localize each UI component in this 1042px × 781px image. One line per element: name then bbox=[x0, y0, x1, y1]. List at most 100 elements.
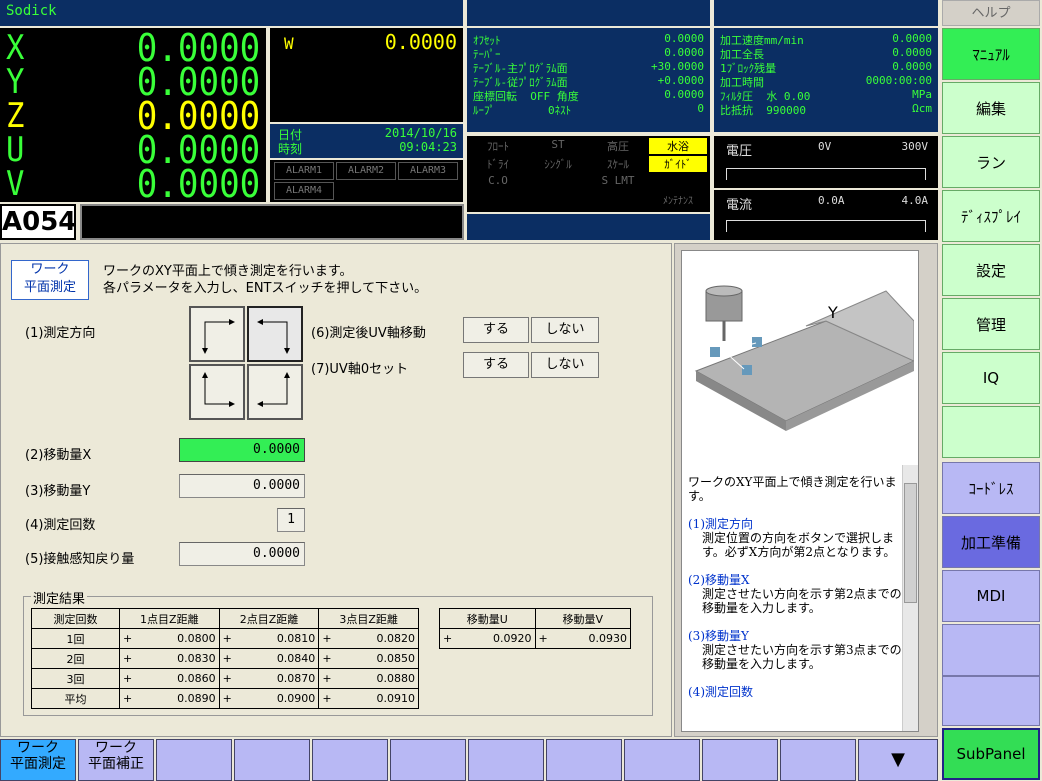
tab-blank-8[interactable] bbox=[702, 739, 778, 781]
page-down-button[interactable]: ▼ bbox=[858, 739, 938, 781]
w-axis-name: W bbox=[284, 34, 294, 53]
param-uv-zero-label: (7)UV軸0セット bbox=[311, 362, 409, 377]
axis-name: V bbox=[6, 164, 25, 204]
value-cell: 0.0800 bbox=[135, 628, 220, 649]
direction-button-br[interactable] bbox=[247, 364, 303, 420]
menu-edit[interactable]: 編集 bbox=[942, 82, 1040, 134]
table-header-row: 測定回数 1点目Z距離 2点目Z距離 3点目Z距離 bbox=[31, 608, 419, 629]
status-cell: S LMT bbox=[601, 174, 635, 187]
menu-blank-3[interactable] bbox=[942, 676, 1040, 726]
menu-iq[interactable]: IQ bbox=[942, 352, 1040, 404]
param-move-x-label: (2)移動量X bbox=[25, 448, 92, 463]
move-x-input[interactable]: 0.0000 bbox=[179, 438, 305, 462]
tab-blank-3[interactable] bbox=[312, 739, 388, 781]
illustration-axis-label: Y bbox=[828, 303, 838, 322]
header-cell: 測定回数 bbox=[31, 608, 120, 629]
return-amount-input[interactable]: 0.0000 bbox=[179, 542, 305, 566]
tab-blank-7[interactable] bbox=[624, 739, 700, 781]
program-name-field[interactable] bbox=[80, 204, 464, 240]
count-input[interactable]: 1 bbox=[277, 508, 305, 532]
machining-value: 0000:00:00 bbox=[865, 74, 932, 87]
menu-machining-prep[interactable]: 加工準備 bbox=[942, 516, 1040, 568]
tab-work-plane-measure[interactable]: ワーク 平面測定 bbox=[0, 739, 76, 781]
current-mid: 0.0A bbox=[818, 194, 845, 207]
help-section-title: (4)測定回数 bbox=[688, 685, 753, 699]
sign-cell: + bbox=[318, 648, 335, 669]
row-label: 2回 bbox=[31, 648, 120, 669]
help-panel: Y ワークのXY平面上で傾き測定を行います。 (1)測定方向 測定位置の方向をボ… bbox=[674, 243, 938, 737]
main-panel: ワーク 平面測定 ワークのXY平面上で傾き測定を行います。 各パラメータを入力し… bbox=[0, 243, 672, 737]
uv-move-yes-button[interactable]: する bbox=[463, 317, 529, 343]
offset-value: +30.0000 bbox=[651, 60, 704, 73]
date-value: 2014/10/16 bbox=[384, 126, 457, 140]
sign-cell: + bbox=[218, 628, 235, 649]
sign-cell: + bbox=[218, 668, 235, 689]
sign-cell: + bbox=[318, 688, 335, 709]
table-header-row: 移動量U 移動量V bbox=[439, 608, 631, 629]
param-count-label: (4)測定回数 bbox=[25, 518, 96, 533]
value-cell: 0.0930 bbox=[550, 628, 631, 649]
triangle-down-icon: ▼ bbox=[891, 749, 905, 770]
param-direction-label: (1)測定方向 bbox=[25, 326, 96, 341]
value-cell: 0.0890 bbox=[135, 688, 220, 709]
tab-work-plane-correct[interactable]: ワーク 平面補正 bbox=[78, 739, 154, 781]
sign-cell: + bbox=[534, 628, 551, 649]
tab-blank-6[interactable] bbox=[546, 739, 622, 781]
uv-zero-no-button[interactable]: しない bbox=[531, 352, 599, 378]
w-axis-value: 0.0000 bbox=[384, 30, 457, 54]
status-blank-bar bbox=[467, 214, 710, 240]
axis-value: 0.0000 bbox=[136, 162, 260, 206]
current-scale bbox=[726, 220, 926, 232]
tab-blank-4[interactable] bbox=[390, 739, 466, 781]
sign-cell: + bbox=[119, 668, 136, 689]
value-cell: 0.0830 bbox=[135, 648, 220, 669]
tab-blank-1[interactable] bbox=[156, 739, 232, 781]
menu-run[interactable]: ラン bbox=[942, 136, 1040, 188]
help-button[interactable]: ヘルプ bbox=[942, 0, 1040, 26]
menu-management[interactable]: 管理 bbox=[942, 298, 1040, 350]
menu-display[interactable]: ﾃﾞｨｽﾌﾟﾚｲ bbox=[942, 190, 1040, 242]
move-y-input[interactable]: 0.0000 bbox=[179, 474, 305, 498]
tab-blank-2[interactable] bbox=[234, 739, 310, 781]
menu-blank-2[interactable] bbox=[942, 624, 1040, 676]
table-row: 平均 +0.0890 +0.0900 +0.0910 bbox=[31, 688, 419, 709]
menu-blank[interactable] bbox=[942, 406, 1040, 458]
param-return-label: (5)接触感知戻り量 bbox=[25, 552, 135, 567]
voltage-mid: 0V bbox=[818, 140, 832, 153]
value-cell: 0.0840 bbox=[234, 648, 320, 669]
help-section-title: (2)移動量X bbox=[688, 573, 750, 587]
scrollbar-thumb[interactable] bbox=[904, 483, 917, 603]
sign-cell: + bbox=[119, 648, 136, 669]
value-cell: 0.0810 bbox=[234, 628, 320, 649]
machining-value: 0.0000 bbox=[892, 32, 932, 45]
status-cell: ﾒﾝﾃﾅﾝｽ bbox=[663, 196, 693, 207]
subpanel-button[interactable]: SubPanel bbox=[942, 728, 1040, 780]
sign-cell: + bbox=[119, 628, 136, 649]
sign-cell: + bbox=[119, 688, 136, 709]
mode-label-2: 平面測定 bbox=[23, 280, 76, 295]
top-bar-right bbox=[714, 0, 938, 26]
menu-mdi[interactable]: MDI bbox=[942, 570, 1040, 622]
datetime-panel: 日付 時刻 2014/10/16 09:04:23 bbox=[270, 124, 463, 158]
sign-cell: + bbox=[439, 628, 456, 649]
menu-manual[interactable]: ﾏﾆｭｱﾙ bbox=[942, 28, 1040, 80]
tab-blank-5[interactable] bbox=[468, 739, 544, 781]
help-scrollbar[interactable] bbox=[902, 465, 918, 731]
direction-button-tr[interactable] bbox=[247, 306, 303, 362]
sign-cell: + bbox=[218, 688, 235, 709]
menu-codeless[interactable]: ｺｰﾄﾞﾚｽ bbox=[942, 462, 1040, 514]
value-cell: 0.0880 bbox=[334, 668, 419, 689]
direction-button-tl[interactable] bbox=[189, 306, 245, 362]
help-section-title: (3)移動量Y bbox=[688, 629, 749, 643]
voltage-meter: 電圧 0V 300V bbox=[714, 136, 938, 188]
offset-value: 0.0000 bbox=[664, 88, 704, 101]
menu-settings[interactable]: 設定 bbox=[942, 244, 1040, 296]
table-row: 3回 +0.0860 +0.0870 +0.0880 bbox=[31, 668, 419, 689]
uv-zero-yes-button[interactable]: する bbox=[463, 352, 529, 378]
value-cell: 0.0920 bbox=[455, 628, 536, 649]
uv-move-no-button[interactable]: しない bbox=[531, 317, 599, 343]
value-cell: 0.0870 bbox=[234, 668, 320, 689]
status-cell-active: ｶﾞｲﾄﾞ bbox=[649, 156, 707, 172]
direction-button-bl[interactable] bbox=[189, 364, 245, 420]
tab-blank-9[interactable] bbox=[780, 739, 856, 781]
